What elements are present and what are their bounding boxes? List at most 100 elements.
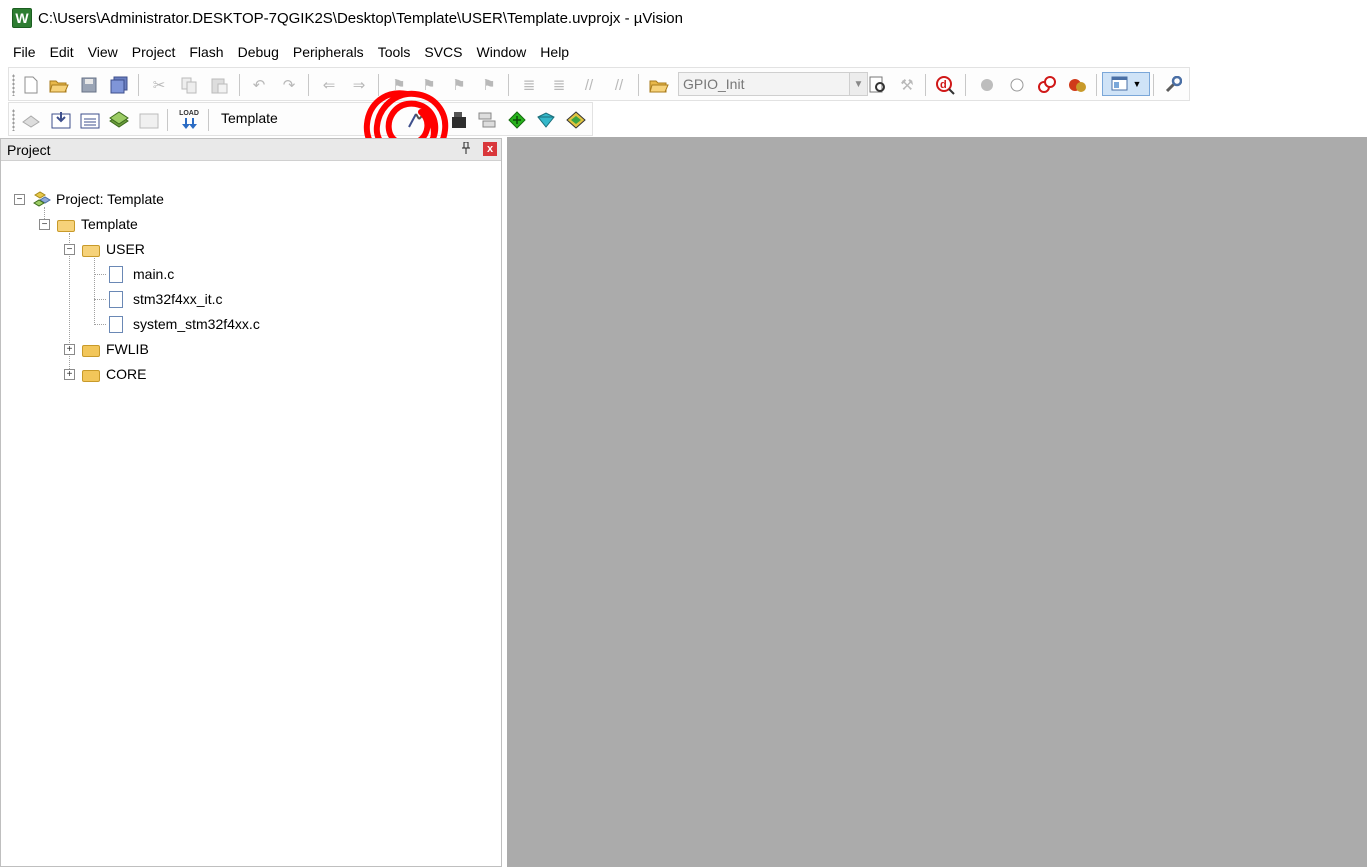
toolbar-separator: [1153, 74, 1154, 96]
tree-file-system-stm32f4xx-c[interactable]: system_stm32f4xx.c: [109, 313, 260, 335]
translate-icon[interactable]: [21, 110, 41, 130]
title-bar: W C:\Users\Administrator.DESKTOP-7QGIK2S…: [0, 0, 1367, 36]
uncomment-icon[interactable]: //: [609, 75, 629, 95]
tree-target-label: Template: [81, 216, 138, 232]
window-layout-button[interactable]: ▼: [1102, 72, 1150, 96]
disable-breakpoints-icon[interactable]: [1037, 75, 1057, 95]
start-debug-icon[interactable]: d: [935, 75, 955, 95]
indent-icon[interactable]: ≣: [519, 75, 539, 95]
undo-icon[interactable]: ↶: [249, 75, 269, 95]
tree-group-fwlib[interactable]: FWLIB: [82, 338, 149, 360]
toolbar-grip[interactable]: [12, 109, 15, 131]
close-icon[interactable]: x: [483, 142, 497, 156]
kill-breakpoints-icon[interactable]: [1067, 75, 1087, 95]
collapse-target-button[interactable]: −: [39, 219, 50, 230]
svg-text:d: d: [940, 79, 947, 91]
pack-installer-icon[interactable]: [536, 110, 556, 130]
file-toolbar: ✂ ↶ ↷ ⇐ ⇒ ⚑ ⚑ ⚑ ⚑ ≣ ≣ // // GPIO_Init ▼ …: [8, 67, 1190, 101]
function-combo[interactable]: GPIO_Init ▼: [678, 72, 868, 96]
menu-flash[interactable]: Flash: [182, 39, 230, 65]
target-select[interactable]: Template: [221, 110, 278, 126]
project-panel-header: Project x: [1, 139, 501, 161]
redo-icon[interactable]: ↷: [279, 75, 299, 95]
group-label: USER: [106, 241, 145, 257]
new-file-icon[interactable]: [21, 75, 41, 95]
project-panel: Project x − Project: Template − Template…: [0, 138, 502, 867]
toolbar-separator: [239, 74, 240, 96]
navigate-back-icon[interactable]: ⇐: [319, 75, 339, 95]
menu-help[interactable]: Help: [533, 39, 576, 65]
window-title: C:\Users\Administrator.DESKTOP-7QGIK2S\D…: [38, 9, 683, 27]
unindent-icon[interactable]: ≣: [549, 75, 569, 95]
tree-root-label: Project: Template: [56, 191, 164, 207]
stop-build-icon[interactable]: [139, 110, 159, 130]
menu-peripherals[interactable]: Peripherals: [286, 39, 371, 65]
manage-components-icon[interactable]: [477, 110, 497, 130]
tree-file-stm32f4xx-it-c[interactable]: stm32f4xx_it.c: [109, 288, 222, 310]
toolbar-separator: [508, 74, 509, 96]
incremental-find-icon[interactable]: ⚒: [897, 75, 917, 95]
expand-core-group-button[interactable]: +: [64, 369, 75, 380]
clear-bookmarks-icon[interactable]: ⚑: [479, 75, 499, 95]
target-folder-icon: [57, 219, 75, 232]
group-label: FWLIB: [106, 341, 149, 357]
toolbar-separator: [138, 74, 139, 96]
build-toolbar: LOAD Template: [8, 102, 593, 136]
tree-connector: [94, 299, 106, 300]
folder-icon: [82, 369, 100, 382]
save-all-icon[interactable]: [109, 75, 129, 95]
rebuild-icon[interactable]: [80, 110, 100, 130]
menu-bar: File Edit View Project Flash Debug Perip…: [0, 39, 576, 65]
file-label: system_stm32f4xx.c: [133, 316, 260, 332]
menu-file[interactable]: File: [0, 39, 43, 65]
menu-debug[interactable]: Debug: [231, 39, 286, 65]
toolbar-separator: [925, 74, 926, 96]
menu-svcs[interactable]: SVCS: [417, 39, 469, 65]
toolbar-grip[interactable]: [12, 74, 15, 96]
tree-connector: [94, 274, 106, 275]
c-file-icon: [109, 265, 123, 283]
chevron-down-icon[interactable]: ▼: [849, 73, 867, 95]
find-in-files-icon[interactable]: [649, 75, 669, 95]
build-icon[interactable]: [51, 110, 71, 130]
configure-wrench-icon[interactable]: [1163, 75, 1183, 95]
toolbar-separator: [965, 74, 966, 96]
expand-fwlib-group-button[interactable]: +: [64, 344, 75, 355]
toolbar-separator: [308, 74, 309, 96]
find-icon[interactable]: [868, 75, 888, 95]
comment-icon[interactable]: //: [579, 75, 599, 95]
tree-target[interactable]: Template: [57, 213, 138, 235]
tree-file-main-c[interactable]: main.c: [109, 263, 174, 285]
c-file-icon: [109, 315, 123, 333]
collapse-user-group-button[interactable]: −: [64, 244, 75, 255]
collapse-root-button[interactable]: −: [14, 194, 25, 205]
menu-tools[interactable]: Tools: [371, 39, 418, 65]
menu-window[interactable]: Window: [470, 39, 534, 65]
open-folder-icon[interactable]: [49, 75, 69, 95]
cut-icon[interactable]: ✂: [149, 75, 169, 95]
tree-group-core[interactable]: CORE: [82, 363, 146, 385]
pin-icon[interactable]: [461, 141, 471, 157]
folder-open-icon: [82, 244, 100, 257]
menu-project[interactable]: Project: [125, 39, 183, 65]
menu-view[interactable]: View: [81, 39, 125, 65]
copy-icon[interactable]: [179, 75, 199, 95]
chevron-down-icon: ▼: [1132, 78, 1142, 89]
paste-icon[interactable]: [209, 75, 229, 95]
project-icon: [32, 191, 51, 207]
insert-breakpoint-icon[interactable]: [977, 75, 997, 95]
run-time-environment-icon[interactable]: [566, 110, 586, 130]
editor-area[interactable]: [507, 137, 1367, 867]
toolbar-separator: [167, 109, 168, 131]
menu-edit[interactable]: Edit: [43, 39, 81, 65]
tree-group-user[interactable]: USER: [82, 238, 145, 260]
load-label: LOAD: [179, 110, 199, 117]
save-icon[interactable]: [79, 75, 99, 95]
group-label: CORE: [106, 366, 147, 382]
green-diamond-icon[interactable]: [507, 110, 527, 130]
download-load-icon[interactable]: LOAD: [179, 110, 199, 130]
batch-build-icon[interactable]: [109, 110, 129, 130]
enable-breakpoint-icon[interactable]: [1007, 75, 1027, 95]
file-label: main.c: [133, 266, 175, 282]
tree-root-project[interactable]: Project: Template: [32, 188, 164, 210]
